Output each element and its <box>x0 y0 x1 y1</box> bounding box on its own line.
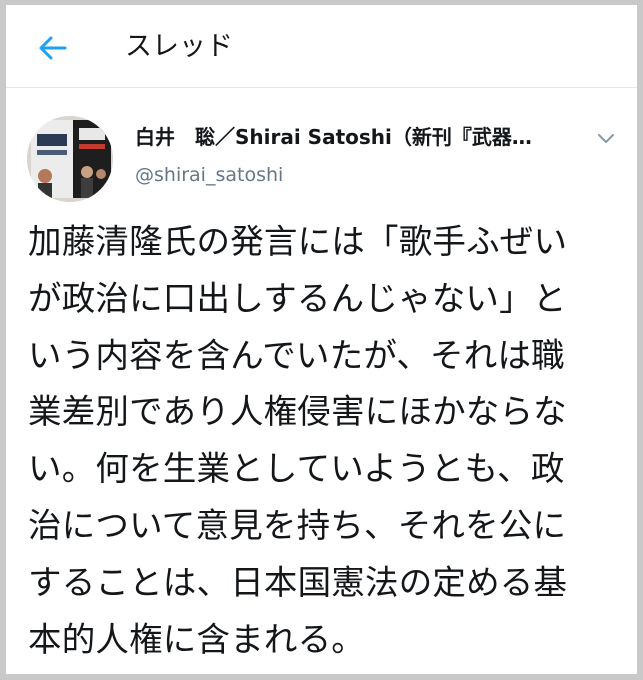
screenshot-frame: スレッド 白井 聡／Shirai Satoshi（新刊『武器… @shirai_… <box>6 5 637 674</box>
author-handle[interactable]: @shirai_satoshi <box>135 161 283 189</box>
tweet-text: 加藤清隆氏の発言には「歌手ふぜい が政治に口出しするんじゃない」と いう内容を含… <box>28 214 626 668</box>
book-cover-avatar-image <box>27 116 113 202</box>
tweet-text-line: 本的人権に含まれる。 <box>28 619 365 659</box>
top-app-bar: スレッド <box>6 5 637 88</box>
tweet-text-line: 治について意見を持ち、それを公に <box>28 505 567 545</box>
chevron-down-icon <box>598 134 614 143</box>
arrow-left-icon <box>39 36 67 60</box>
tweet-text-line: いう内容を含んでいたが、それは職 <box>28 335 565 375</box>
author-name[interactable]: 白井 聡／Shirai Satoshi（新刊『武器… <box>135 122 575 152</box>
tweet-text-line: 業差別であり人権侵害にほかならな <box>28 392 567 432</box>
tweet-text-line: い。何を生業としていようとも、政 <box>28 449 565 489</box>
tweet-menu-button[interactable] <box>594 126 618 150</box>
tweet[interactable]: 白井 聡／Shirai Satoshi（新刊『武器… @shirai_satos… <box>6 88 637 674</box>
page-title: スレッド <box>125 31 233 62</box>
back-button[interactable] <box>36 31 70 65</box>
tweet-text-line: 加藤清隆氏の発言には「歌手ふぜい <box>28 222 568 261</box>
tweet-text-line: することは、日本国憲法の定める基 <box>28 562 568 602</box>
avatar[interactable] <box>27 116 113 202</box>
tweet-text-line: が政治に口出しするんじゃない」と <box>28 278 567 318</box>
